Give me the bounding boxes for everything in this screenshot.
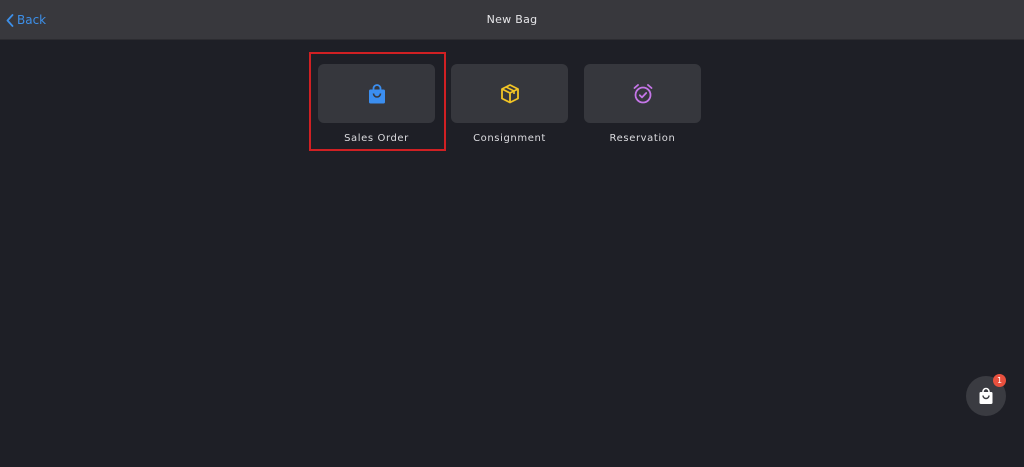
shopping-bag-icon	[979, 387, 993, 404]
nav-bar: Back New Bag	[0, 0, 1024, 40]
consignment-option[interactable]: Consignment	[451, 64, 568, 144]
consignment-card[interactable]	[451, 64, 568, 123]
reservation-label: Reservation	[609, 133, 676, 144]
reservation-option[interactable]: Reservation	[584, 64, 701, 144]
package-box-icon	[500, 83, 519, 103]
new-bag-screen: Back New Bag Sales Order Consignment Res…	[0, 0, 1024, 467]
page-title: New Bag	[486, 13, 538, 26]
shopping-bag-icon	[368, 83, 385, 103]
alarm-clock-check-icon	[633, 83, 652, 103]
sales-order-label: Sales Order	[344, 133, 409, 144]
bag-count-badge: 1	[993, 374, 1006, 387]
sales-order-option[interactable]: Sales Order	[318, 64, 435, 144]
consignment-label: Consignment	[473, 133, 546, 144]
sales-order-card[interactable]	[318, 64, 435, 123]
reservation-card[interactable]	[584, 64, 701, 123]
